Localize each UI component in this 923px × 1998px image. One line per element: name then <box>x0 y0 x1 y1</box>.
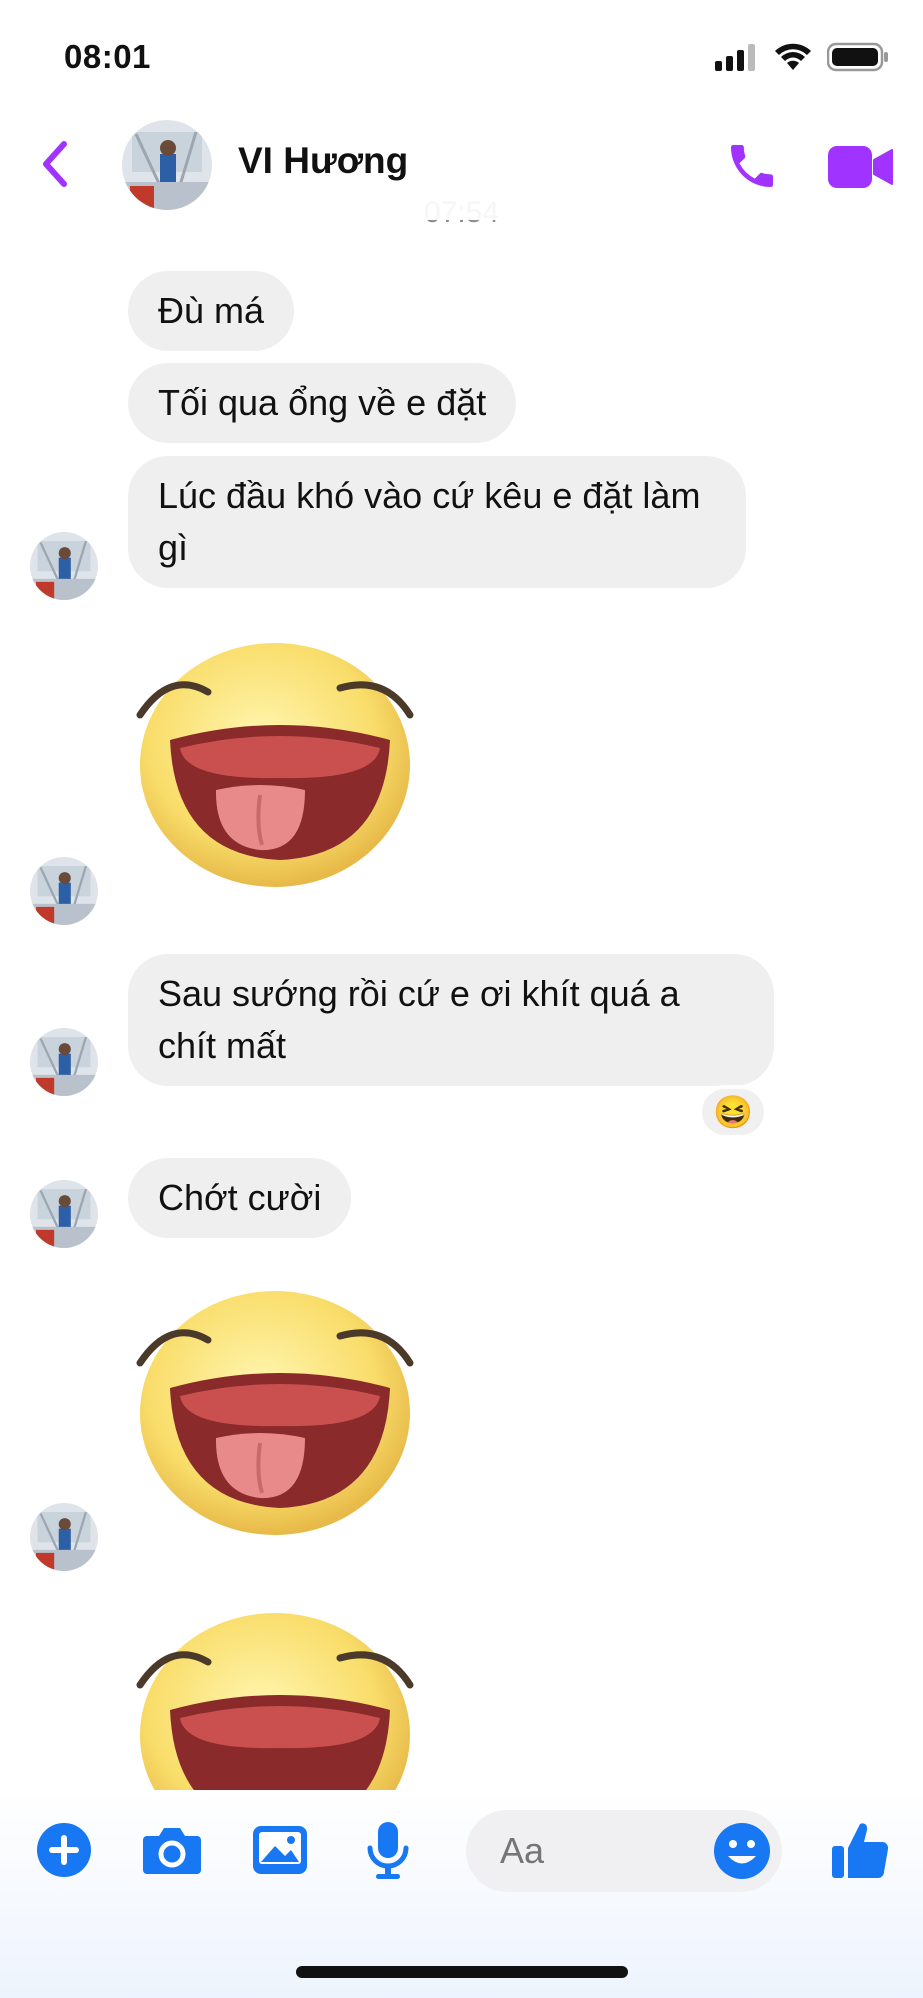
back-chevron-icon <box>43 141 67 187</box>
camera-icon <box>143 1828 201 1874</box>
smiley-icon <box>714 1823 770 1879</box>
avatar-photo-icon <box>30 1180 98 1248</box>
sender-avatar[interactable] <box>30 857 98 925</box>
thumbs-up-icon <box>832 1823 889 1878</box>
chat-header: VI Hương <box>0 110 923 220</box>
status-bar: 08:01 <box>0 0 923 110</box>
emoji-button[interactable] <box>712 1821 772 1881</box>
avatar-photo-icon <box>30 1028 98 1096</box>
status-time: 08:01 <box>64 38 151 75</box>
gallery-button[interactable] <box>248 1818 312 1882</box>
avatar-photo-icon <box>30 857 98 925</box>
message-input-box[interactable] <box>466 1810 782 1892</box>
video-camera-icon <box>828 146 893 188</box>
composer-bar <box>0 1790 923 1998</box>
back-button[interactable] <box>30 134 80 194</box>
message-bubble[interactable]: Tối qua ổng về e đặt <box>128 363 517 443</box>
more-actions-button[interactable] <box>32 1818 96 1882</box>
like-button[interactable] <box>828 1818 892 1882</box>
message-reaction[interactable]: 😆 <box>698 1085 768 1139</box>
contact-name[interactable]: VI Hương <box>238 140 408 182</box>
sender-avatar[interactable] <box>30 532 98 600</box>
message-bubble[interactable]: Sau sướng rồi cứ e ơi khít quá a chít mấ… <box>128 954 774 1086</box>
wifi-icon <box>775 43 811 70</box>
laughing-sticker[interactable] <box>130 640 430 890</box>
message-bubble[interactable]: Đù má <box>128 271 295 351</box>
contact-avatar[interactable] <box>122 120 212 210</box>
status-icons <box>715 42 889 72</box>
message-bubble[interactable]: Lúc đầu khó vào cứ kêu e đặt làm gì <box>128 456 746 588</box>
phone-icon <box>731 145 773 187</box>
sender-avatar[interactable] <box>30 1503 98 1571</box>
avatar-photo-icon <box>122 120 212 210</box>
sender-avatar[interactable] <box>30 1180 98 1248</box>
message-input[interactable] <box>500 1828 700 1874</box>
battery-icon <box>827 42 888 72</box>
video-call-button[interactable] <box>826 142 894 192</box>
home-indicator[interactable] <box>296 1966 628 1978</box>
avatar-photo-icon <box>30 1503 98 1571</box>
microphone-icon <box>367 1822 409 1879</box>
tongue-out-face-icon <box>136 643 414 887</box>
tongue-out-face-icon <box>136 1291 414 1535</box>
laughing-sticker[interactable] <box>130 1288 430 1538</box>
voice-call-button[interactable] <box>724 138 780 194</box>
laughing-emoji-icon: 😆 <box>713 1094 753 1130</box>
avatar-photo-icon <box>30 532 98 600</box>
image-icon <box>253 1826 307 1874</box>
sender-avatar[interactable] <box>30 1028 98 1096</box>
plus-icon <box>37 1823 91 1877</box>
signal-icon <box>715 44 755 71</box>
voice-message-button[interactable] <box>356 1818 420 1882</box>
message-bubble[interactable]: Chớt cười <box>128 1158 352 1238</box>
camera-button[interactable] <box>140 1818 204 1882</box>
